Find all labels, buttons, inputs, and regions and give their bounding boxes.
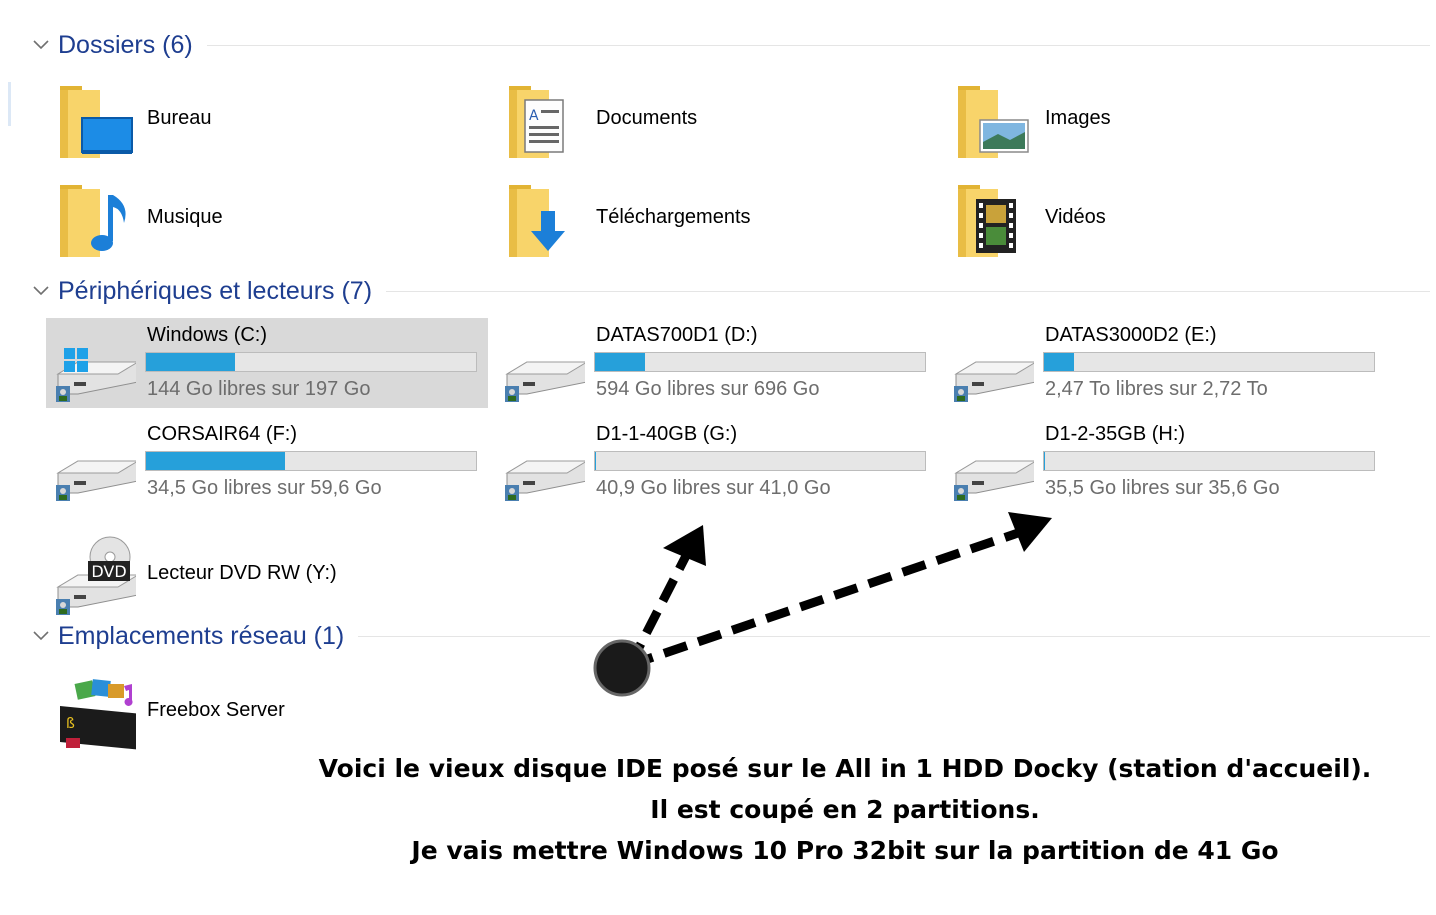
drive-corsair64-f[interactable]: CORSAIR64 (F:) 34,5 Go libres sur 59,6 G…	[46, 417, 486, 507]
drive-datas700d1-d[interactable]: DATAS700D1 (D:) 594 Go libres sur 696 Go	[495, 318, 935, 408]
dvd-drive-icon: DVD	[55, 536, 136, 616]
drive-usage-bar	[594, 352, 926, 372]
drive-d1-1-40gb-g[interactable]: D1-1-40GB (G:) 40,9 Go libres sur 41,0 G…	[495, 417, 935, 507]
drive-label: D1-2-35GB (H:)	[1045, 423, 1186, 445]
windows-drive-icon	[55, 348, 136, 403]
group-header-folders[interactable]: Dossiers (6)	[30, 30, 1430, 60]
drive-usage-fill	[146, 353, 236, 371]
group-divider	[386, 290, 1430, 292]
drive-label: DATAS700D1 (D:)	[596, 324, 758, 346]
network-label: Freebox Server	[147, 699, 285, 721]
chevron-down-icon[interactable]	[30, 34, 52, 56]
pictures-folder-icon	[958, 86, 1029, 158]
folder-label: Bureau	[147, 107, 212, 129]
arrowhead-icon	[663, 525, 706, 566]
drive-dvd-y[interactable]: DVD Lecteur DVD RW (Y:)	[46, 531, 486, 621]
group-divider	[206, 44, 1430, 46]
drive-usage-fill	[1044, 452, 1045, 470]
drive-label: D1-1-40GB (G:)	[596, 423, 738, 445]
drive-free-space: 40,9 Go libres sur 41,0 Go	[596, 477, 831, 499]
drive-free-space: 2,47 To libres sur 2,72 To	[1045, 378, 1268, 400]
drive-free-space: 35,5 Go libres sur 35,6 Go	[1045, 477, 1280, 499]
chevron-down-icon[interactable]	[30, 625, 52, 647]
hard-drive-icon	[953, 460, 1034, 502]
folder-bureau[interactable]: Bureau	[46, 76, 486, 166]
annotation-line: Je vais mettre Windows 10 Pro 32bit sur …	[411, 836, 1279, 865]
chevron-down-icon[interactable]	[30, 280, 52, 302]
documents-folder-icon: A	[509, 86, 564, 158]
folder-label: Vidéos	[1045, 206, 1106, 228]
drive-usage-bar	[1043, 352, 1375, 372]
group-title: Emplacements réseau (1)	[58, 621, 345, 650]
folder-label: Documents	[596, 107, 698, 129]
drive-usage-bar	[1043, 451, 1375, 471]
group-header-devices[interactable]: Périphériques et lecteurs (7)	[30, 276, 1430, 306]
group-title: Dossiers (6)	[58, 30, 193, 59]
hard-drive-icon	[55, 460, 136, 502]
left-scroll-indicator	[8, 82, 11, 126]
drive-label: DATAS3000D2 (E:)	[1045, 324, 1217, 346]
drive-free-space: 594 Go libres sur 696 Go	[596, 378, 820, 400]
annotation-line: Il est coupé en 2 partitions.	[650, 795, 1040, 824]
drive-usage-fill	[595, 452, 596, 470]
hard-drive-icon	[504, 361, 585, 403]
drive-label: CORSAIR64 (F:)	[147, 423, 298, 445]
annotation-text: Voici le vieux disque IDE posé sur le Al…	[300, 748, 1390, 871]
folder-musique[interactable]: Musique	[46, 175, 486, 265]
group-divider	[358, 635, 1430, 637]
videos-folder-icon	[958, 185, 1016, 257]
drive-label: Lecteur DVD RW (Y:)	[147, 562, 337, 584]
folder-images[interactable]: Images	[944, 76, 1384, 166]
svg-text:A: A	[529, 108, 539, 124]
folder-videos[interactable]: Vidéos	[944, 175, 1384, 265]
drive-usage-fill	[146, 452, 285, 470]
network-freebox-server[interactable]: ß Freebox Server	[46, 668, 486, 758]
music-folder-icon	[60, 185, 126, 257]
folder-label: Musique	[147, 206, 223, 228]
drive-free-space: 144 Go libres sur 197 Go	[147, 378, 371, 400]
hard-drive-icon	[953, 361, 1034, 403]
hard-drive-icon	[504, 460, 585, 502]
drive-datas3000d2-e[interactable]: DATAS3000D2 (E:) 2,47 To libres sur 2,72…	[944, 318, 1384, 408]
desktop-folder-icon	[60, 86, 133, 158]
folder-telechargements[interactable]: Téléchargements	[495, 175, 935, 265]
drive-usage-fill	[595, 353, 645, 371]
downloads-folder-icon	[509, 185, 565, 257]
svg-text:ß: ß	[66, 716, 75, 732]
drive-usage-bar	[145, 352, 477, 372]
dvd-badge: DVD	[91, 562, 126, 581]
group-header-network[interactable]: Emplacements réseau (1)	[30, 621, 1430, 651]
drive-label: Windows (C:)	[147, 324, 268, 346]
media-server-icon: ß	[60, 679, 136, 750]
group-title: Périphériques et lecteurs (7)	[58, 276, 373, 305]
annotation-line: Voici le vieux disque IDE posé sur le Al…	[318, 754, 1372, 783]
drive-windows-c[interactable]: Windows (C:) 144 Go libres sur 197 Go	[46, 318, 488, 408]
arrowhead-icon	[1008, 512, 1052, 552]
folder-documents[interactable]: A Documents	[495, 76, 935, 166]
drive-usage-fill	[1044, 353, 1074, 371]
drive-usage-bar	[594, 451, 926, 471]
drive-d1-2-35gb-h[interactable]: D1-2-35GB (H:) 35,5 Go libres sur 35,6 G…	[944, 417, 1384, 507]
folder-label: Images	[1045, 107, 1111, 129]
drive-usage-bar	[145, 451, 477, 471]
drive-free-space: 34,5 Go libres sur 59,6 Go	[147, 477, 382, 499]
folder-label: Téléchargements	[596, 206, 751, 228]
